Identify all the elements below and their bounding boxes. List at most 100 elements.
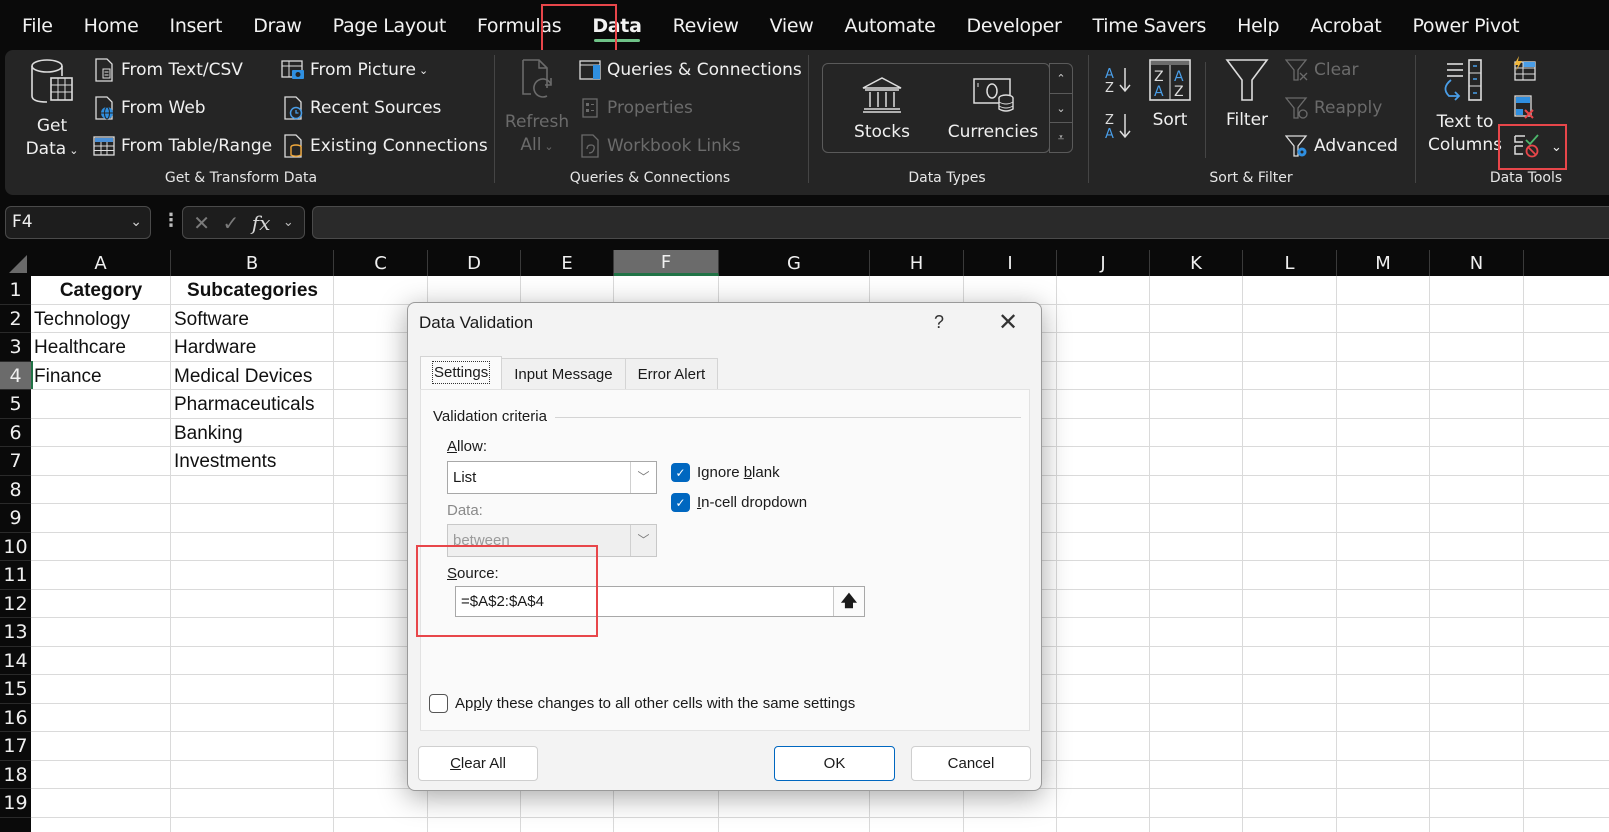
cell-a4[interactable]: Finance [31,362,102,390]
column-header-h[interactable]: H [870,250,964,276]
advanced-filter-button[interactable]: Advanced [1285,134,1398,158]
column-header-e[interactable]: E [521,250,614,276]
column-header-b[interactable]: B [171,250,334,276]
cell-a3[interactable]: Healthcare [31,333,126,361]
row-header-19[interactable]: 19 [0,789,31,818]
chevron-down-icon[interactable]: ⌄ [1551,140,1562,155]
tab-view[interactable]: View [770,0,814,50]
name-box[interactable]: F4 ⌄ [5,206,151,239]
in-cell-dropdown-checkbox[interactable]: ✓ In-cell dropdown [671,493,807,512]
sort-z-to-a-button[interactable]: ZA [1103,110,1133,147]
from-table-range-button[interactable]: From Table/Range [92,134,272,158]
tab-draw[interactable]: Draw [253,0,302,50]
chevron-down-icon[interactable]: ⌄ [283,215,294,230]
row-header-10[interactable]: 10 [0,532,31,561]
cell-b6[interactable]: Banking [171,419,243,447]
row-header-14[interactable]: 14 [0,646,31,675]
row-header-8[interactable]: 8 [0,475,31,504]
tab-formulas[interactable]: Formulas [477,0,562,50]
from-picture-button[interactable]: From Picture ⌄ [281,58,428,82]
tab-input-message[interactable]: Input Message [501,358,626,389]
workbook-links-button[interactable]: Workbook Links [578,134,741,158]
row-header-15[interactable]: 15 [0,675,31,704]
expand-gallery-icon[interactable]: ⩡ [1050,123,1072,152]
tab-power-pivot[interactable]: Power Pivot [1412,0,1519,50]
existing-connections-button[interactable]: Existing Connections [281,134,488,158]
row-header-13[interactable]: 13 [0,618,31,647]
clear-all-button[interactable]: Clear All [418,746,538,781]
from-web-button[interactable]: From Web [92,96,206,120]
tab-developer[interactable]: Developer [967,0,1062,50]
cell-b5[interactable]: Pharmaceuticals [171,390,314,418]
row-header-3[interactable]: 3 [0,333,31,362]
column-header-d[interactable]: D [428,250,521,276]
apply-to-all-checkbox[interactable]: Apply these changes to all other cells w… [429,694,855,713]
tab-data[interactable]: Data [592,0,642,50]
chevron-down-icon[interactable]: ⌄ [130,207,142,238]
help-button[interactable]: ? [934,312,944,333]
column-header-f[interactable]: F [614,250,719,276]
column-header-m[interactable]: M [1337,250,1430,276]
cancel-icon[interactable]: ✕ [193,211,210,235]
insert-function-icon[interactable]: fx [252,211,271,235]
tab-review[interactable]: Review [673,0,739,50]
row-header-18[interactable]: 18 [0,760,31,789]
flash-fill-button[interactable] [1511,56,1537,87]
ignore-blank-checkbox[interactable]: ✓ Ignore blank [671,463,780,482]
row-header-6[interactable]: 6 [0,418,31,447]
column-header-k[interactable]: K [1150,250,1243,276]
cancel-button[interactable]: Cancel [911,746,1031,781]
tab-settings[interactable]: Settings [420,356,503,389]
column-header-c[interactable]: C [334,250,428,276]
row-header-9[interactable]: 9 [0,504,31,533]
row-header-5[interactable]: 5 [0,390,31,419]
row-header-4[interactable]: 4 [0,361,31,390]
close-button[interactable]: ✕ [998,308,1018,337]
row-header-11[interactable]: 11 [0,561,31,590]
sort-a-to-z-button[interactable]: AZ [1103,64,1133,101]
row-header-7[interactable]: 7 [0,447,31,476]
sort-button[interactable]: ZAAZ Sort [1145,58,1195,132]
ok-button[interactable]: OK [774,746,895,781]
remove-duplicates-button[interactable] [1511,94,1537,127]
column-header-g[interactable]: G [719,250,870,276]
cell-b2[interactable]: Software [171,305,249,333]
reapply-filter-button[interactable]: Reapply [1285,96,1382,120]
stocks-button[interactable]: Stocks [837,76,927,144]
tab-time-savers[interactable]: Time Savers [1093,0,1207,50]
cell-b4[interactable]: Medical Devices [171,362,312,390]
refresh-all-button[interactable]: Refresh All ⌄ [505,58,569,158]
scroll-down-icon[interactable]: ⌄ [1050,94,1072,124]
currencies-button[interactable]: Currencies [943,76,1043,144]
recent-sources-button[interactable]: Recent Sources [281,96,441,120]
cell-a2[interactable]: Technology [31,305,130,333]
chevron-down-icon[interactable]: ﹀ [630,462,656,493]
tab-automate[interactable]: Automate [845,0,936,50]
data-validation-button[interactable]: ⌄ [1513,132,1562,163]
enter-check-icon[interactable]: ✓ [222,211,239,235]
more-options-icon[interactable]: ⋮ [162,210,180,231]
scroll-up-icon[interactable]: ⌃ [1050,64,1072,94]
cell-b3[interactable]: Hardware [171,333,256,361]
text-to-columns-button[interactable]: Text to Columns [1427,58,1503,157]
from-text-csv-button[interactable]: From Text/CSV [92,58,243,82]
row-header-1[interactable]: 1 [0,276,31,305]
properties-button[interactable]: Properties [578,96,693,120]
tab-error-alert[interactable]: Error Alert [624,358,719,389]
queries-connections-button[interactable]: Queries & Connections [578,58,802,82]
column-header-i[interactable]: I [964,250,1057,276]
filter-button[interactable]: Filter [1220,58,1274,132]
source-input[interactable]: =$A$2:$A$4 🡅 [455,586,865,617]
tab-file[interactable]: File [22,0,53,50]
tab-page-layout[interactable]: Page Layout [333,0,447,50]
cell-b1[interactable]: Subcategories [171,276,334,304]
collapse-dialog-icon[interactable]: 🡅 [833,587,864,616]
tab-home[interactable]: Home [84,0,139,50]
column-header-j[interactable]: J [1057,250,1150,276]
clear-filter-button[interactable]: Clear [1285,58,1358,82]
cell-b7[interactable]: Investments [171,447,276,475]
row-header-17[interactable]: 17 [0,732,31,761]
formula-input[interactable] [312,206,1609,239]
column-header-a[interactable]: A [31,250,171,276]
row-header-12[interactable]: 12 [0,589,31,618]
